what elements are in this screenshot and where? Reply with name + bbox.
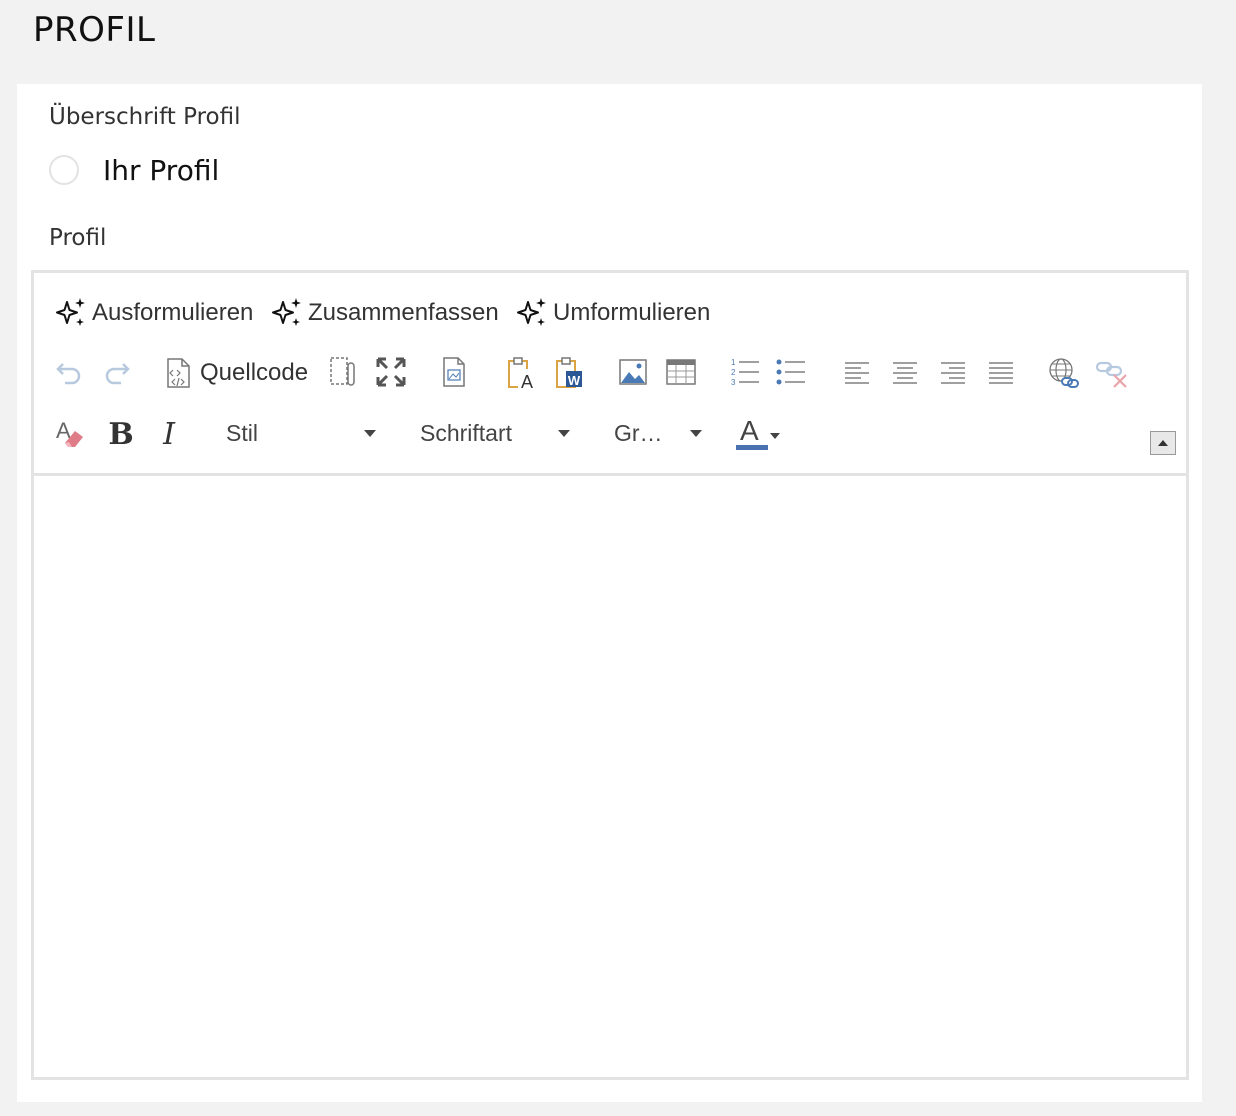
editor-content-area[interactable] xyxy=(34,476,1186,1077)
font-size-dropdown-label: Gr… xyxy=(614,419,663,446)
maximize-button[interactable] xyxy=(374,355,408,389)
align-center-icon xyxy=(893,362,917,384)
show-blocks-icon xyxy=(330,357,355,386)
profile-card: Überschrift Profil Ihr Profil Profil Aus… xyxy=(17,84,1202,1102)
collapse-toolbar-button[interactable] xyxy=(1150,431,1176,455)
bold-button[interactable]: B xyxy=(104,415,138,451)
svg-text:A: A xyxy=(521,372,533,391)
bold-icon: B xyxy=(108,418,133,448)
redo-icon xyxy=(105,363,130,385)
source-code-label: Quellcode xyxy=(200,359,309,386)
ai-zusammenfassen-label: Zusammenfassen xyxy=(308,299,499,326)
undo-button[interactable] xyxy=(52,355,86,389)
italic-button[interactable]: I xyxy=(152,415,186,451)
image-button[interactable] xyxy=(616,355,650,389)
radio-circle-icon[interactable] xyxy=(49,155,79,185)
bulleted-list-icon xyxy=(776,359,805,385)
eraser-icon: A xyxy=(56,418,83,447)
paste-text-button[interactable]: A xyxy=(504,353,538,393)
paste-from-word-icon: W xyxy=(556,357,582,388)
source-code-button[interactable]: Quellcode xyxy=(164,353,308,393)
chevron-down-icon xyxy=(558,430,570,437)
italic-icon: I xyxy=(162,418,176,448)
unlink-icon xyxy=(1095,361,1127,388)
text-color-button[interactable]: A xyxy=(734,413,786,453)
maximize-icon xyxy=(376,357,406,387)
table-button[interactable] xyxy=(664,355,698,389)
remove-format-button[interactable]: A xyxy=(52,415,88,451)
ai-ausformulieren-label: Ausformulieren xyxy=(92,299,254,326)
sparkles-icon xyxy=(517,298,546,326)
redo-button[interactable] xyxy=(100,355,134,389)
heading-field-label: Überschrift Profil xyxy=(49,104,241,130)
ai-ausformulieren-button[interactable]: Ausformulieren xyxy=(54,293,253,333)
heading-option-label: Ihr Profil xyxy=(103,153,220,187)
ai-umformulieren-label: Umformulieren xyxy=(553,299,711,326)
numbered-list-icon: 1 2 3 xyxy=(731,358,759,387)
table-icon xyxy=(666,359,696,385)
show-blocks-button[interactable] xyxy=(326,353,360,391)
svg-text:1: 1 xyxy=(731,358,736,367)
unlink-button[interactable] xyxy=(1094,355,1130,391)
align-right-button[interactable] xyxy=(936,355,970,389)
style-dropdown-label: Stil xyxy=(226,419,258,446)
align-justify-icon xyxy=(989,362,1013,384)
heading-option-radio[interactable]: Ihr Profil xyxy=(49,150,219,190)
chevron-down-icon xyxy=(364,430,376,437)
insert-link-button[interactable] xyxy=(1046,355,1082,391)
paste-text-icon: A xyxy=(508,357,536,391)
undo-icon xyxy=(56,363,81,385)
profile-field-label: Profil xyxy=(49,225,107,251)
align-left-button[interactable] xyxy=(840,355,874,389)
sparkles-icon xyxy=(272,298,301,326)
bulleted-list-button[interactable] xyxy=(774,355,808,389)
page-title: PROFIL xyxy=(33,10,156,50)
font-dropdown-label: Schriftart xyxy=(420,419,513,446)
editor-toolbar: Ausformulieren Zusammenfassen Umformulie… xyxy=(34,273,1186,476)
svg-text:3: 3 xyxy=(731,378,736,387)
source-code-icon xyxy=(167,358,190,388)
font-dropdown[interactable]: Schriftart xyxy=(420,413,576,453)
svg-text:2: 2 xyxy=(731,368,736,377)
text-color-bar xyxy=(736,445,768,450)
chevron-down-icon xyxy=(770,433,780,439)
chevron-down-icon xyxy=(690,430,702,437)
svg-text:I: I xyxy=(162,418,176,448)
text-color-letter: A xyxy=(740,415,759,446)
rich-text-editor: Ausformulieren Zusammenfassen Umformulie… xyxy=(31,270,1189,1080)
align-left-icon xyxy=(845,362,869,384)
paste-from-word-button[interactable]: W xyxy=(552,353,586,393)
document-preview-icon xyxy=(443,357,465,387)
svg-text:B: B xyxy=(108,418,133,448)
style-dropdown[interactable]: Stil xyxy=(226,413,382,453)
align-right-icon xyxy=(941,362,965,384)
ai-umformulieren-button[interactable]: Umformulieren xyxy=(515,293,710,333)
align-center-button[interactable] xyxy=(888,355,922,389)
font-size-dropdown[interactable]: Gr… xyxy=(614,413,706,453)
link-globe-icon xyxy=(1049,358,1079,388)
sparkles-icon xyxy=(56,298,85,326)
ai-zusammenfassen-button[interactable]: Zusammenfassen xyxy=(270,293,499,333)
image-icon xyxy=(619,359,647,385)
numbered-list-button[interactable]: 1 2 3 xyxy=(728,355,762,389)
justify-button[interactable] xyxy=(984,355,1018,389)
svg-text:W: W xyxy=(568,373,581,388)
preview-button[interactable] xyxy=(437,355,471,389)
